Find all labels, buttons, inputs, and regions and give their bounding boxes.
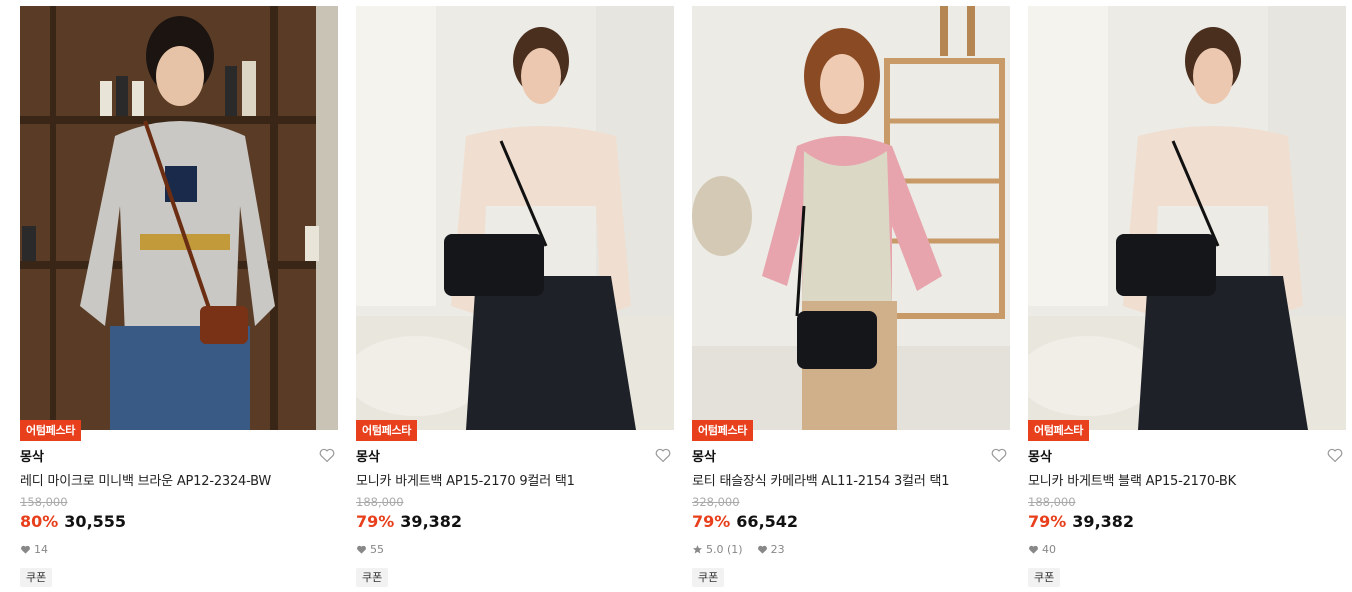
product-name[interactable]: 모니카 바게트백 AP15-2170 9컬러 택1 [356, 470, 575, 489]
heart-icon[interactable] [990, 446, 1008, 464]
promo-badge: 어텀페스타 [356, 420, 418, 441]
heart-filled-icon [21, 545, 30, 554]
star-icon [693, 545, 702, 554]
meta-row: 40 [1028, 543, 1056, 556]
brand-name[interactable]: 몽삭 [692, 446, 716, 465]
product-image[interactable] [20, 6, 338, 430]
product-card[interactable]: 어텀페스타 몽삭 로티 태슬장식 카메라백 AL11-2154 3컬러 택1 3… [692, 6, 1010, 592]
coupon-tag: 쿠폰 [356, 568, 389, 587]
product-name[interactable]: 레디 마이크로 미니백 브라운 AP12-2324-BW [20, 470, 271, 489]
sale-price: 39,382 [400, 512, 463, 531]
like-count: 23 [770, 543, 785, 556]
product-card[interactable]: 어텀페스타 몽삭 모니카 바게트백 AP15-2170 9컬러 택1 188,0… [356, 6, 674, 592]
rating: 5.0 (1) [706, 543, 743, 556]
brand-name[interactable]: 몽삭 [20, 446, 44, 465]
sale-price: 30,555 [64, 512, 127, 531]
heart-icon[interactable] [318, 446, 336, 464]
product-image[interactable] [356, 6, 674, 430]
product-name[interactable]: 모니카 바게트백 블랙 AP15-2170-BK [1028, 470, 1236, 489]
coupon-tag: 쿠폰 [692, 568, 725, 587]
promo-badge: 어텀페스타 [1028, 420, 1090, 441]
heart-filled-icon [1029, 545, 1038, 554]
original-price: 188,000 [356, 495, 404, 509]
meta-row: 5.0 (1) 23 [692, 543, 785, 556]
product-card[interactable]: 어텀페스타 몽삭 레디 마이크로 미니백 브라운 AP12-2324-BW 15… [20, 6, 338, 592]
brand-name[interactable]: 몽삭 [1028, 446, 1052, 465]
meta-row: 14 [20, 543, 48, 556]
original-price: 158,000 [20, 495, 68, 509]
price-row: 79% 39,382 [356, 512, 462, 531]
discount-rate: 79% [1028, 512, 1067, 531]
discount-rate: 80% [20, 512, 59, 531]
sale-price: 39,382 [1072, 512, 1135, 531]
heart-filled-icon [757, 545, 767, 554]
price-row: 79% 39,382 [1028, 512, 1134, 531]
like-count: 40 [1042, 543, 1056, 556]
heart-icon[interactable] [1326, 446, 1344, 464]
product-name[interactable]: 로티 태슬장식 카메라백 AL11-2154 3컬러 택1 [692, 470, 950, 489]
promo-badge: 어텀페스타 [692, 420, 754, 441]
product-card[interactable]: 어텀페스타 몽삭 모니카 바게트백 블랙 AP15-2170-BK 188,00… [1028, 6, 1346, 592]
product-image[interactable] [692, 6, 1010, 430]
like-count: 55 [370, 543, 384, 556]
meta-row: 55 [356, 543, 384, 556]
coupon-tag: 쿠폰 [1028, 568, 1061, 587]
product-image[interactable] [1028, 6, 1346, 430]
original-price: 328,000 [692, 495, 740, 509]
heart-filled-icon [357, 545, 366, 554]
promo-badge: 어텀페스타 [20, 420, 82, 441]
original-price: 188,000 [1028, 495, 1076, 509]
heart-icon[interactable] [654, 446, 672, 464]
coupon-tag: 쿠폰 [20, 568, 53, 587]
discount-rate: 79% [356, 512, 395, 531]
like-count: 14 [34, 543, 48, 556]
discount-rate: 79% [692, 512, 731, 531]
sale-price: 66,542 [736, 512, 799, 531]
brand-name[interactable]: 몽삭 [356, 446, 380, 465]
price-row: 80% 30,555 [20, 512, 126, 531]
price-row: 79% 66,542 [692, 512, 798, 531]
